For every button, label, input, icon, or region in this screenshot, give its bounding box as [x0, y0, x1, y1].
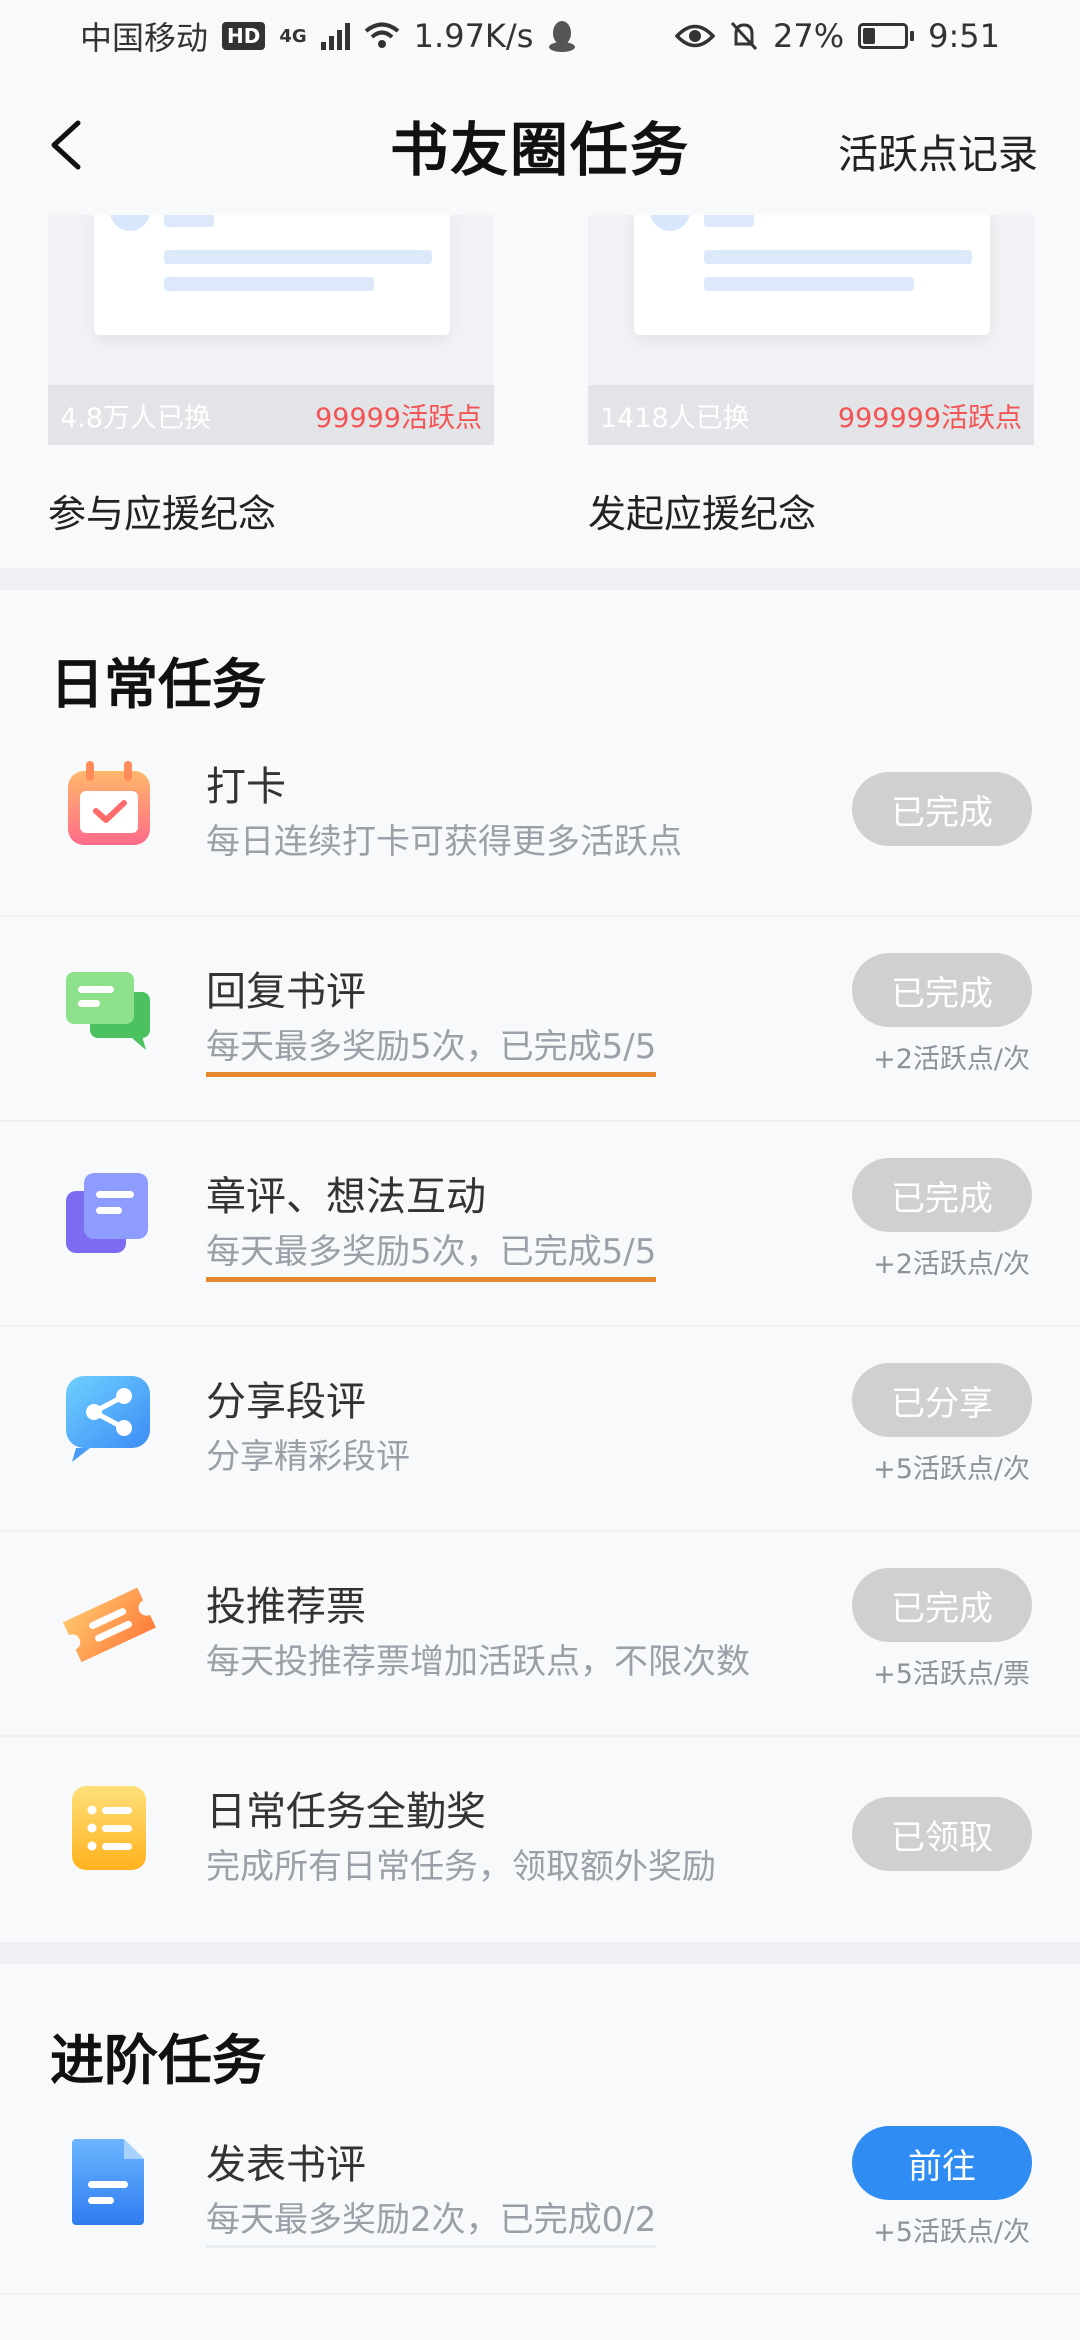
- bell-muted-icon: [730, 21, 758, 51]
- reward-cost: 99999活跃点: [315, 402, 482, 434]
- task-status-button[interactable]: 已完成: [852, 1158, 1032, 1232]
- task-points: +5活跃点/次: [873, 1454, 1030, 1485]
- task-title: 分享段评: [206, 1379, 366, 1425]
- network-speed: 1.97K/s: [413, 17, 534, 55]
- reward-cost: 999999活跃点: [837, 402, 1022, 434]
- exchanged-count: 4.8万人已换: [60, 402, 211, 434]
- task-desc: 分享精彩段评: [206, 1437, 410, 1477]
- task-title: 日常任务全勤奖: [206, 1789, 486, 1835]
- eye-icon: [675, 24, 716, 48]
- status-right: 27% 9:51: [675, 17, 1000, 55]
- task-row-checkin: 打卡 每日连续打卡可获得更多活跃点 已完成: [0, 712, 1080, 917]
- hd-badge: HD: [222, 22, 266, 50]
- section-divider: [0, 1942, 1080, 1964]
- advanced-section-title: 进阶任务: [50, 2028, 266, 2092]
- task-title: 回复书评: [206, 969, 366, 1015]
- network-type: 4G: [279, 25, 307, 47]
- clock-time: 9:51: [928, 17, 1000, 55]
- task-title: 打卡: [206, 764, 286, 810]
- task-desc: 每天投推荐票增加活跃点，不限次数: [206, 1642, 750, 1682]
- wifi-icon: [364, 22, 399, 48]
- share-icon: [66, 1376, 150, 1462]
- document-icon: [72, 2139, 144, 2225]
- reward-cards: 4.8万人已换 99999活跃点 参与应援纪念 1418人已换 999999活跃…: [0, 215, 1080, 565]
- task-row-share: 分享段评 分享精彩段评 已分享 +5活跃点/次: [0, 1327, 1080, 1532]
- battery-icon: [858, 23, 915, 49]
- task-row-attendance: 日常任务全勤奖 完成所有日常任务，领取额外奖励 已领取: [0, 1737, 1080, 1942]
- ticket-icon: [62, 1587, 156, 1663]
- reward-image: 4.8万人已换 99999活跃点: [48, 215, 494, 445]
- qq-penguin-icon: [549, 21, 576, 52]
- checklist-icon: [72, 1786, 146, 1870]
- task-desc: 完成所有日常任务，领取额外奖励: [206, 1847, 716, 1887]
- task-row-reply-review: 回复书评 每天最多奖励5次，已完成5/5 已完成 +2活跃点/次: [0, 917, 1080, 1122]
- task-status-button[interactable]: 已完成: [852, 1568, 1032, 1642]
- daily-task-list: 打卡 每日连续打卡可获得更多活跃点 已完成 回复书评 每天最多奖励5次，已完成5…: [0, 712, 1080, 1942]
- app-header: 书友圈任务 活跃点记录: [0, 80, 1080, 210]
- task-desc: 每天最多奖励5次，已完成5/5: [206, 1019, 657, 1077]
- task-title: 发表书评: [206, 2142, 366, 2188]
- task-title: 投推荐票: [206, 1584, 366, 1630]
- task-desc: 每天最多奖励2次，已完成0/2: [206, 2192, 657, 2248]
- task-row-chapter-comment: 章评、想法互动 每天最多奖励5次，已完成5/5 已完成 +2活跃点/次: [0, 1122, 1080, 1327]
- section-divider: [0, 568, 1080, 590]
- task-status-button[interactable]: 已完成: [852, 772, 1032, 846]
- task-title: 章评、想法互动: [206, 1174, 486, 1220]
- status-left: 中国移动 HD 4G 1.97K/s: [80, 13, 577, 59]
- mock-preview-card: [634, 215, 990, 335]
- go-button[interactable]: 前往: [852, 2126, 1032, 2200]
- task-row-vote: 投推荐票 每天投推荐票增加活跃点，不限次数 已完成 +5活跃点/票: [0, 1532, 1080, 1737]
- reward-strip: 1418人已换 999999活跃点: [588, 385, 1034, 445]
- task-points: +5活跃点/次: [873, 2217, 1030, 2248]
- chat-bubbles-icon: [66, 972, 150, 1050]
- back-button[interactable]: [40, 115, 100, 175]
- task-row-post-review: 发表书评 每天最多奖励2次，已完成0/2 前往 +5活跃点/次: [0, 2090, 1080, 2295]
- task-desc: 每天最多奖励5次，已完成5/5: [206, 1224, 657, 1282]
- calendar-check-icon: [68, 761, 150, 845]
- daily-section-title: 日常任务: [50, 652, 266, 716]
- reward-card-start[interactable]: 1418人已换 999999活跃点 发起应援纪念: [588, 215, 1034, 538]
- reward-card-join[interactable]: 4.8万人已换 99999活跃点 参与应援纪念: [48, 215, 494, 538]
- page-title: 书友圈任务: [389, 116, 690, 184]
- notes-stack-icon: [66, 1173, 148, 1253]
- task-points: +2活跃点/次: [873, 1249, 1030, 1280]
- reward-image: 1418人已换 999999活跃点: [588, 215, 1034, 445]
- status-bar: 中国移动 HD 4G 1.97K/s 27% 9:51: [0, 0, 1080, 72]
- reward-strip: 4.8万人已换 99999活跃点: [48, 385, 494, 445]
- mock-preview-card: [94, 215, 450, 335]
- advanced-task-list: 发表书评 每天最多奖励2次，已完成0/2 前往 +5活跃点/次: [0, 2090, 1080, 2295]
- task-status-button[interactable]: 已完成: [852, 953, 1032, 1027]
- exchanged-count: 1418人已换: [600, 402, 750, 434]
- reward-title: 发起应援纪念: [588, 492, 817, 536]
- task-status-button[interactable]: 已领取: [852, 1797, 1032, 1871]
- task-desc: 每日连续打卡可获得更多活跃点: [206, 822, 682, 862]
- carrier-name: 中国移动: [80, 19, 209, 57]
- activity-record-link[interactable]: 活跃点记录: [838, 122, 1038, 180]
- task-status-button[interactable]: 已分享: [852, 1363, 1032, 1437]
- signal-icon: [320, 22, 350, 50]
- task-points: +5活跃点/票: [873, 1659, 1030, 1690]
- battery-percent: 27%: [773, 17, 845, 55]
- chevron-left-icon: [51, 120, 81, 170]
- task-points: +2活跃点/次: [873, 1044, 1030, 1075]
- reward-title: 参与应援纪念: [48, 492, 277, 536]
